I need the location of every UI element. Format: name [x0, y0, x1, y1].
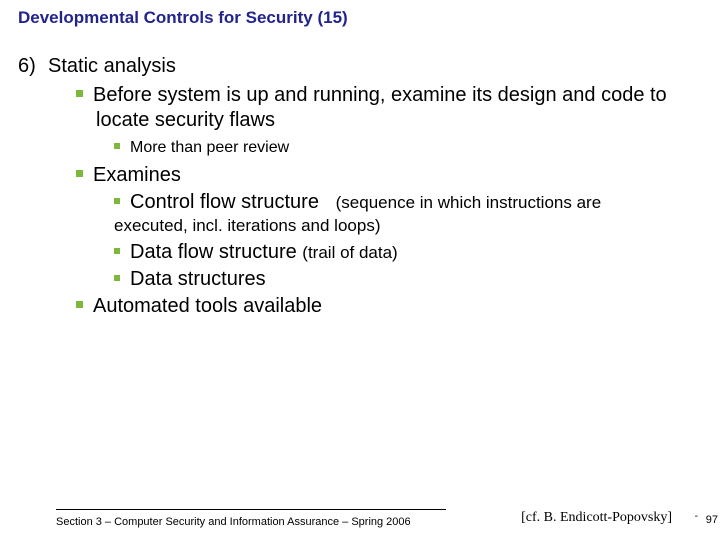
citation: [cf. B. Endicott-Popovsky]	[521, 510, 672, 526]
bullet-icon	[114, 248, 120, 254]
bullet-lvl2: Data flow structure (trail of data)	[114, 240, 710, 265]
bullet-icon	[76, 301, 83, 308]
footer-text: Section 3 – Computer Security and Inform…	[56, 516, 411, 528]
bullet-lvl1: Examines	[76, 163, 710, 188]
footer-divider	[56, 509, 446, 510]
slide-body: 6)Static analysis Before system is up an…	[18, 54, 710, 321]
bullet-text: Data structures	[130, 268, 266, 290]
slide: Developmental Controls for Security (15)…	[0, 0, 720, 540]
page-dash: -	[695, 511, 698, 522]
bullet-lvl2: Data structures	[114, 267, 710, 292]
bullet-icon	[76, 90, 83, 97]
page-number: 97	[706, 514, 718, 526]
bullet-text: Automated tools available	[93, 295, 322, 317]
bullet-text: More than peer review	[130, 139, 289, 156]
bullet-lvl1: Automated tools available	[76, 294, 710, 319]
slide-title: Developmental Controls for Security (15)	[18, 8, 348, 28]
bullet-lvl2: Control flow structure (sequence in whic…	[114, 190, 710, 215]
continuation-text: executed, incl. iterations and loops)	[114, 215, 710, 236]
bullet-icon	[114, 198, 120, 204]
bullet-text: Before system is up and running, examine…	[93, 84, 667, 131]
bullet-lvl2: More than peer review	[114, 138, 710, 158]
bullet-icon	[114, 143, 120, 149]
item-main-text: Static analysis	[48, 55, 176, 77]
numbered-item: 6)Static analysis	[18, 54, 710, 79]
bullet-icon	[76, 170, 83, 177]
paren-text: (trail of data)	[302, 243, 397, 262]
bullet-icon	[114, 275, 120, 281]
item-number: 6)	[18, 54, 48, 79]
bullet-text: Control flow structure	[130, 191, 319, 213]
bullet-lvl1: Before system is up and running, examine…	[76, 83, 710, 133]
bullet-text: Data flow structure	[130, 241, 297, 263]
paren-text: (sequence in which instructions are	[336, 193, 602, 212]
bullet-text: Examines	[93, 164, 181, 186]
